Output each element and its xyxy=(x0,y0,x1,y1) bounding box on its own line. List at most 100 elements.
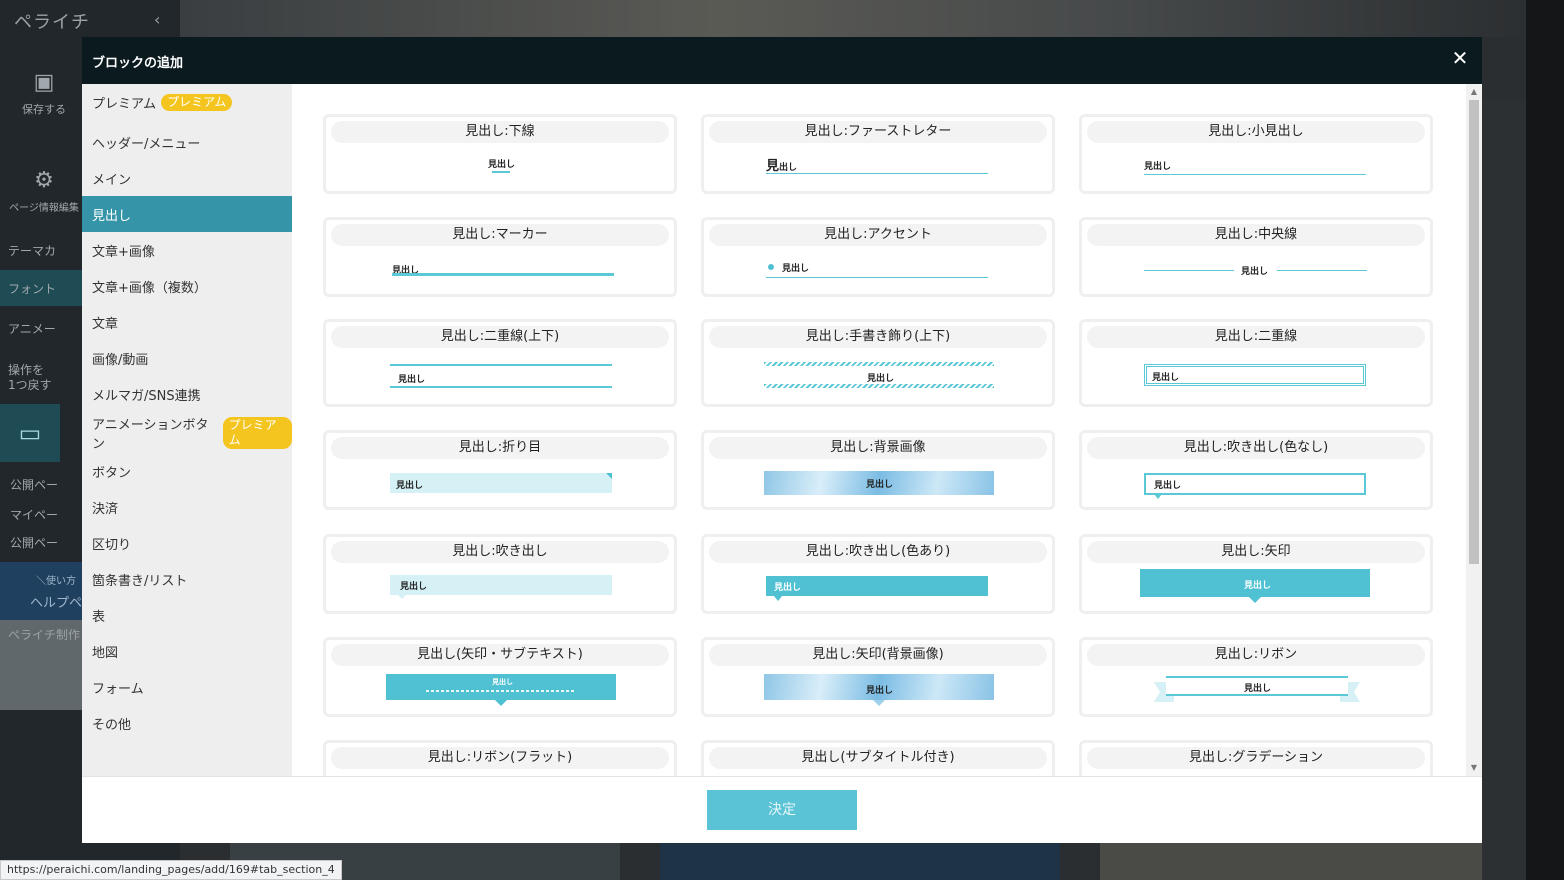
block-card[interactable]: 見出し:小見出し 見出し xyxy=(1079,114,1433,194)
scroll-thumb[interactable] xyxy=(1469,100,1479,564)
category-item[interactable]: 箇条書き/リスト xyxy=(82,561,292,597)
category-list: プレミアム プレミアム ヘッダー/メニュー メイン 見出し 文章+画像 文章+画像（複数）文… xyxy=(82,84,292,776)
block-card[interactable]: 見出し:背景画像見出し xyxy=(701,430,1055,510)
sidebar-link[interactable]: マイペー xyxy=(10,506,58,523)
block-card[interactable]: 見出し:吹き出し(色あり) 見出し xyxy=(701,534,1055,614)
block-card[interactable]: 見出し:矢印 見出し xyxy=(1079,534,1433,614)
category-item[interactable]: プレミアム プレミアム xyxy=(82,84,292,120)
category-item[interactable]: メイン xyxy=(82,160,292,196)
category-item[interactable]: その他 xyxy=(82,705,292,741)
block-card[interactable]: 見出し:マーカー 見出し xyxy=(323,217,677,297)
category-item[interactable]: 区切り xyxy=(82,525,292,561)
category-label: ヘッダー/メニュー xyxy=(92,136,201,152)
help-small-text: ＼使い方 xyxy=(36,576,76,587)
category-item[interactable]: 表 xyxy=(82,597,292,633)
sidebar-item-theme[interactable]: テーマカ xyxy=(8,242,56,259)
add-block-modal: ブロックの追加 ✕ プレミアム プレミアム ヘッダー/メニュー メイン 見出し 文章+画像… xyxy=(82,37,1482,843)
speech-tail xyxy=(1154,494,1162,499)
block-card[interactable]: 見出し:手書き飾り(上下) 見出し xyxy=(701,319,1055,407)
block-card[interactable]: 見出し:吹き出し(色なし) 見出し xyxy=(1079,430,1433,510)
block-card[interactable]: 見出し(矢印・サブテキスト) 見出し xyxy=(323,637,677,717)
double-line xyxy=(390,386,612,388)
category-item[interactable]: 文章+画像 xyxy=(82,232,292,268)
category-item[interactable]: 決済 xyxy=(82,489,292,525)
premium-badge: プレミアム xyxy=(161,93,233,111)
app-logo: ペライチ xyxy=(14,12,90,33)
category-item[interactable]: 画像/動画 xyxy=(82,340,292,376)
sidebar-link[interactable]: 公開ペー xyxy=(10,534,58,551)
marker-line xyxy=(392,273,614,276)
block-card[interactable]: 見出し:ファーストレター 見出し xyxy=(701,114,1055,194)
sidebar-link[interactable]: 公開ペー xyxy=(10,476,58,493)
profile-label: ペライチ制作 xyxy=(8,628,81,642)
preview-text: 見出し xyxy=(400,582,428,592)
block-card-title: 見出し:アクセント xyxy=(709,224,1047,246)
preview-text: 見出し xyxy=(866,480,894,490)
block-card[interactable]: 見出し(サブタイトル付き) xyxy=(701,740,1055,776)
help-text: ヘルプペ xyxy=(30,596,83,611)
category-item[interactable]: ヘッダー/メニュー xyxy=(82,124,292,160)
category-item[interactable]: アニメーションボタン プレミアム xyxy=(82,415,292,452)
block-card[interactable]: 見出し:矢印(背景画像) 見出し xyxy=(701,637,1055,717)
category-label: 文章+画像 xyxy=(92,244,155,260)
center-line xyxy=(1144,270,1234,271)
hatch-line xyxy=(764,384,994,388)
block-card-title: 見出し:吹き出し(色あり) xyxy=(709,541,1047,563)
category-item[interactable]: 地図 xyxy=(82,633,292,669)
block-card-title: 見出し:背景画像 xyxy=(709,437,1047,459)
block-card[interactable]: 見出し:アクセント見出し xyxy=(701,217,1055,297)
double-line xyxy=(390,364,612,366)
arrow-tail xyxy=(873,700,885,706)
background-photo xyxy=(180,0,1526,37)
block-card[interactable]: 見出し:グラデーション xyxy=(1079,740,1433,776)
hatch-line xyxy=(764,362,994,366)
block-card[interactable]: 見出し:中央線 見出し xyxy=(1079,217,1433,297)
block-card-title: 見出し(矢印・サブテキスト) xyxy=(331,644,669,666)
category-item[interactable]: フォーム xyxy=(82,669,292,705)
category-item[interactable]: 見出し xyxy=(82,196,292,232)
block-card[interactable]: 見出し:二重線(上下) 見出し xyxy=(323,319,677,407)
monitor-icon[interactable]: ▭ xyxy=(0,404,60,462)
preview-text: 見出し xyxy=(1152,373,1180,383)
sidebar-item-font[interactable]: フォント xyxy=(8,280,56,297)
modal-title: ブロックの追加 xyxy=(92,56,184,71)
preview-text: 見出し xyxy=(1154,481,1182,491)
underline xyxy=(1144,174,1366,175)
sidebar-item-animation[interactable]: アニメー xyxy=(8,320,56,337)
save-button[interactable]: ▣ 保存する xyxy=(0,70,88,117)
page-info-button[interactable]: ⚙ ページ情報編集 xyxy=(0,168,88,214)
premium-badge: プレミアム xyxy=(222,417,292,449)
preview-text: 見出し xyxy=(1241,267,1269,277)
block-card-title: 見出し:マーカー xyxy=(331,224,669,246)
undo-label-2[interactable]: 1つ戻す xyxy=(8,376,52,393)
preview-text: 見出し xyxy=(398,375,426,385)
block-card[interactable]: 見出し:リボン 見出し xyxy=(1079,637,1433,717)
background-panel xyxy=(1482,100,1526,880)
block-card[interactable]: 見出し:二重線 見出し xyxy=(1079,319,1433,407)
scroll-down-icon[interactable]: ▼ xyxy=(1470,764,1478,772)
block-card[interactable]: 見出し:下線 見出し xyxy=(323,114,677,194)
category-label: その他 xyxy=(92,717,132,733)
category-item[interactable]: メルマガ/SNS連携 xyxy=(82,376,292,412)
category-label: 箇条書き/リスト xyxy=(92,573,188,589)
scrollbar[interactable]: ▲ ▼ xyxy=(1466,84,1482,776)
category-label: プレミアム xyxy=(92,96,157,112)
center-line xyxy=(1277,270,1367,271)
block-card-title: 見出し:折り目 xyxy=(331,437,669,459)
block-card[interactable]: 見出し:リボン(フラット) xyxy=(323,740,677,776)
speech-tail xyxy=(398,595,406,599)
block-card-title: 見出し:小見出し xyxy=(1087,121,1425,143)
confirm-button[interactable]: 決定 xyxy=(707,790,857,830)
underline xyxy=(766,173,988,174)
category-item[interactable]: 文章+画像（複数） xyxy=(82,268,292,304)
preview-text: 見出し xyxy=(782,264,810,274)
arrow-tail xyxy=(1249,597,1261,603)
block-card[interactable]: 見出し:吹き出し 見出し xyxy=(323,534,677,614)
category-item[interactable]: 文章 xyxy=(82,304,292,340)
close-icon[interactable]: ✕ xyxy=(1450,47,1470,69)
gear-icon: ⚙ xyxy=(34,168,54,193)
collapse-chevron-icon[interactable]: ‹ xyxy=(154,10,160,29)
block-card[interactable]: 見出し:折り目 見出し xyxy=(323,430,677,510)
category-item[interactable]: ボタン xyxy=(82,453,292,489)
scroll-up-icon[interactable]: ▲ xyxy=(1470,88,1478,96)
